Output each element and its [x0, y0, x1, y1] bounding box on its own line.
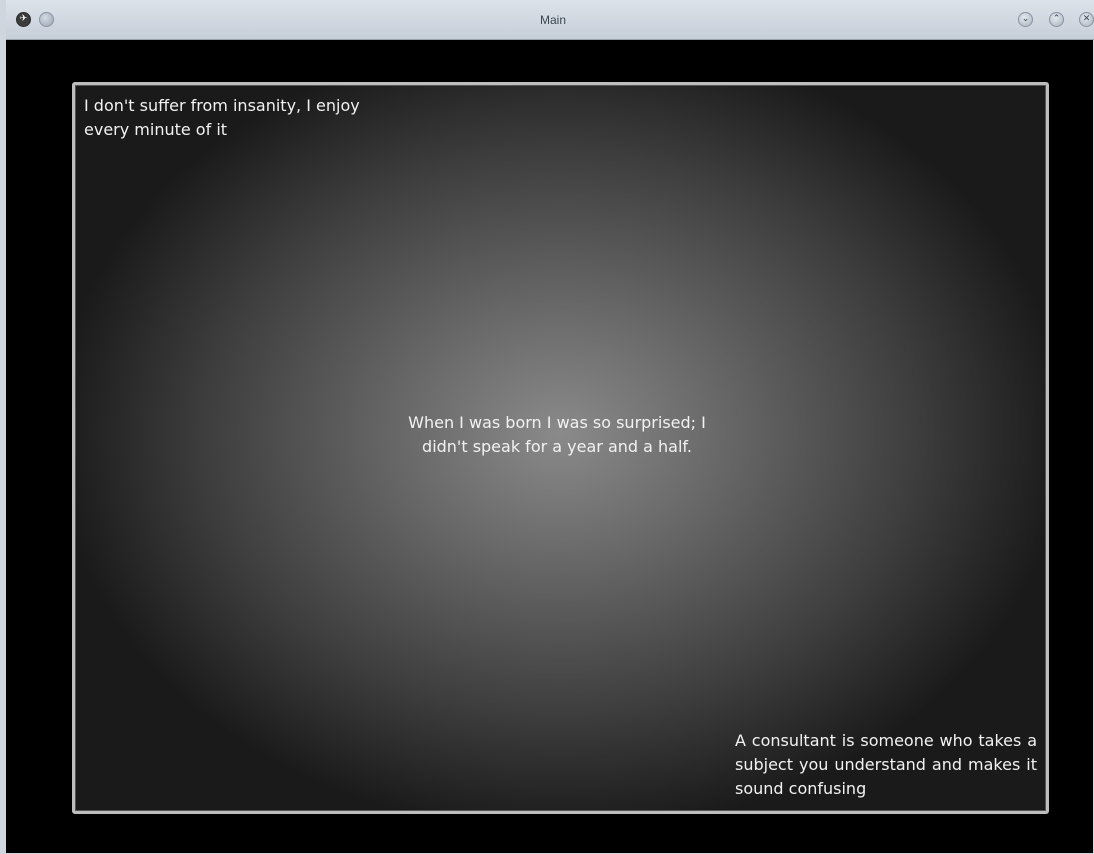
quote-bottom-right: A consultant is someone who takes a subj… — [735, 731, 1037, 798]
window-title: Main — [539, 13, 566, 27]
title-bar[interactable]: ✈ Main ⌄ ⌃ ✕ — [6, 0, 1094, 40]
close-icon: ✕ — [1082, 14, 1091, 24]
app-window: ✈ Main ⌄ ⌃ ✕ I don't suffer from insanit… — [0, 0, 1094, 854]
chevron-up-icon: ⌃ — [1052, 14, 1061, 24]
minimize-button[interactable]: ⌄ — [1018, 12, 1033, 27]
maximize-button[interactable]: ⌃ — [1049, 12, 1064, 27]
quote-center: When I was born I was so surprised; I di… — [408, 413, 706, 456]
close-button[interactable]: ✕ — [1079, 12, 1094, 27]
quote-panel: I don't suffer from insanity, I enjoy ev… — [72, 82, 1049, 814]
quote-top-left: I don't suffer from insanity, I enjoy ev… — [84, 96, 360, 139]
chevron-down-icon: ⌄ — [1021, 14, 1030, 24]
